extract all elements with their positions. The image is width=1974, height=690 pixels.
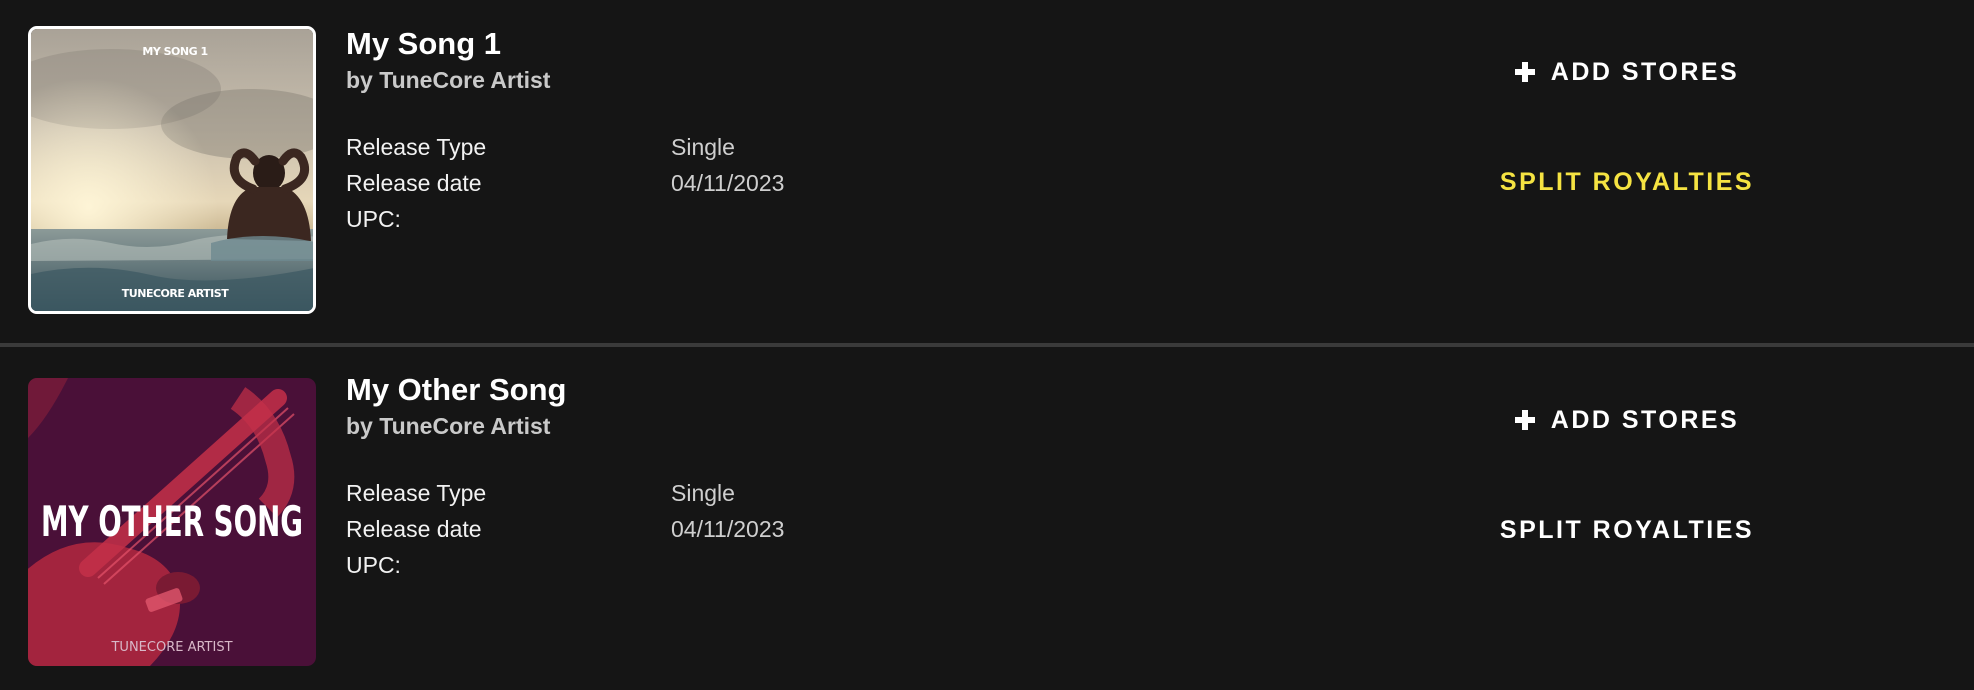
row-divider xyxy=(0,343,1974,347)
detail-row-release-date: Release date 04/11/2023 xyxy=(346,512,866,548)
plus-icon xyxy=(1514,410,1535,430)
detail-row-upc: UPC: xyxy=(346,548,866,584)
guitar-artwork: MY OTHER SONG TUNECORE ARTIST xyxy=(28,378,316,666)
detail-label: UPC: xyxy=(346,552,401,578)
split-royalties-button[interactable]: SPLIT ROYALTIES xyxy=(1440,514,1814,546)
release-details: Release Type Single Release date 04/11/2… xyxy=(346,130,866,238)
detail-value: 04/11/2023 xyxy=(671,170,785,196)
cover-main-text: MY OTHER SONG xyxy=(41,497,303,546)
detail-value: 04/11/2023 xyxy=(671,516,785,542)
add-stores-button[interactable]: ADD STORES xyxy=(1440,404,1814,436)
release-row-my-song-1: MY SONG 1 TUNECORE ARTIST My Song 1 by T… xyxy=(0,0,1974,340)
detail-row-upc: UPC: xyxy=(346,202,866,238)
release-row-my-other-song: MY OTHER SONG TUNECORE ARTIST My Other S… xyxy=(0,348,1974,688)
detail-row-release-date: Release date 04/11/2023 xyxy=(346,166,866,202)
detail-value: Single xyxy=(671,134,735,160)
release-artist: by TuneCore Artist xyxy=(346,67,551,93)
detail-label: Release Type xyxy=(346,134,487,160)
plus-icon xyxy=(1514,62,1535,82)
album-cover[interactable]: MY SONG 1 TUNECORE ARTIST xyxy=(28,26,316,314)
add-stores-label: ADD STORES xyxy=(1550,406,1740,434)
beach-swimmer-artwork: MY SONG 1 TUNECORE ARTIST xyxy=(31,29,313,311)
detail-label: Release date xyxy=(346,170,482,196)
cover-top-text: MY SONG 1 xyxy=(142,45,207,58)
cover-bottom-text: TUNECORE ARTIST xyxy=(122,287,229,300)
detail-label: UPC: xyxy=(346,206,401,232)
detail-row-release-type: Release Type Single xyxy=(346,130,866,166)
detail-label: Release Type xyxy=(346,480,487,506)
cover-bottom-text: TUNECORE ARTIST xyxy=(110,640,232,655)
detail-value: Single xyxy=(671,480,735,506)
release-details: Release Type Single Release date 04/11/2… xyxy=(346,476,866,584)
release-title[interactable]: My Other Song xyxy=(346,372,566,408)
detail-row-release-type: Release Type Single xyxy=(346,476,866,512)
add-stores-button[interactable]: ADD STORES xyxy=(1440,56,1814,88)
release-list: MY SONG 1 TUNECORE ARTIST My Song 1 by T… xyxy=(0,0,1974,690)
release-artist: by TuneCore Artist xyxy=(346,413,551,439)
release-title[interactable]: My Song 1 xyxy=(346,26,501,62)
split-royalties-button[interactable]: SPLIT ROYALTIES xyxy=(1440,166,1814,198)
album-cover[interactable]: MY OTHER SONG TUNECORE ARTIST xyxy=(28,378,316,666)
detail-label: Release date xyxy=(346,516,482,542)
add-stores-label: ADD STORES xyxy=(1550,58,1740,86)
